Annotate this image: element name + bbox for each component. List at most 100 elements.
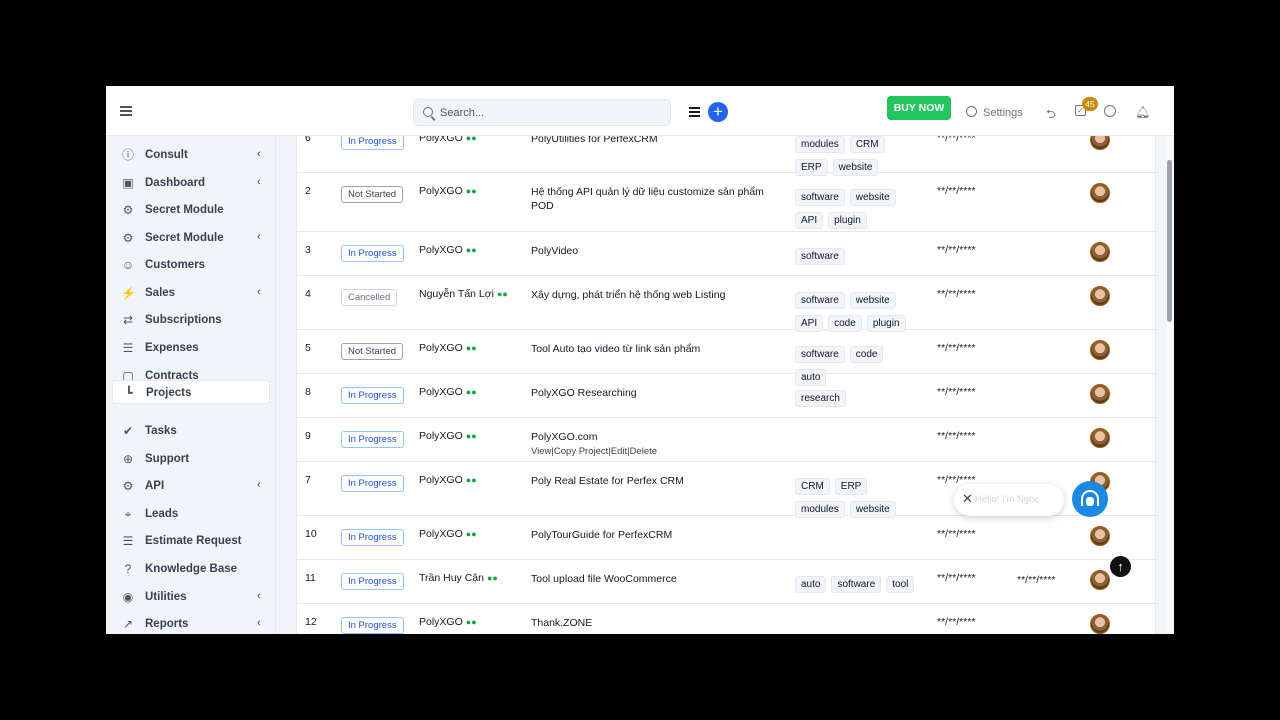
customer-link[interactable]: PolyXGO ●● <box>419 244 477 256</box>
chat-support-button[interactable] <box>1072 481 1108 517</box>
customer-name[interactable]: PolyXGO <box>419 616 463 628</box>
customer-link[interactable]: PolyXGO ●● <box>419 342 477 354</box>
customer-name[interactable]: PolyXGO <box>419 244 463 256</box>
table-row[interactable]: 6 In Progress PolyXGO ●● PolyUtilities for P… <box>297 136 1155 176</box>
avatar[interactable] <box>1090 183 1110 203</box>
sidebar-item-customers[interactable]: ☺ Customers <box>112 253 270 277</box>
customer-link[interactable]: PolyXGO ●● <box>419 616 477 628</box>
tag[interactable]: API <box>795 212 824 229</box>
customer-name[interactable]: Trần Huy Cận <box>419 572 484 584</box>
table-row[interactable]: 10 In Progress PolyXGO ●● PolyTourGuide for … <box>297 516 1155 560</box>
tag[interactable]: code <box>849 346 884 363</box>
sidebar-item-secret-module[interactable]: ⚙ Secret Module <box>112 198 270 222</box>
customer-link[interactable]: PolyXGO ●● <box>419 136 477 144</box>
search-input[interactable] <box>440 104 660 122</box>
customer-link[interactable]: PolyXGO ●● <box>419 430 477 442</box>
table-row[interactable]: 2 Not Started PolyXGO ●● Hệ thống API quản l… <box>297 173 1155 232</box>
project-name-link[interactable]: Poly Real Estate for Perfex CRM <box>531 474 776 488</box>
share-icon[interactable]: ⮌ <box>1046 105 1056 126</box>
chat-greeting[interactable]: ✕ Hello! I'm Ngoc <box>954 484 1064 516</box>
menu-icon[interactable] <box>689 107 700 117</box>
table-row[interactable]: 5 Not Started PolyXGO ●● Tool Auto tạo video… <box>297 330 1155 386</box>
project-name-link[interactable]: Tool Auto tạo video từ link sản phẩm <box>531 342 776 356</box>
project-name-link[interactable]: PolyVideo <box>531 244 776 258</box>
sidebar-item-secret-module[interactable]: ⚙ Secret Module ‹ <box>112 226 270 250</box>
sidebar-item-dashboard[interactable]: ▣ Dashboard ‹ <box>112 171 270 195</box>
customer-name[interactable]: PolyXGO <box>419 136 463 144</box>
buy-now-button[interactable]: BUY NOW <box>887 96 951 120</box>
table-row[interactable]: 12 In Progress PolyXGO ●● Thank.ZONE **/**/**… <box>297 604 1155 634</box>
row-actions[interactable]: View|Copy Project|Edit|Delete <box>531 446 657 457</box>
sidebar-item-api[interactable]: ⚙ API ‹ <box>112 474 270 498</box>
tag[interactable]: CRM <box>849 136 885 153</box>
sidebar-item-leads[interactable]: ⌖ Leads <box>112 502 270 526</box>
sidebar-item-sales[interactable]: ⚡ Sales ‹ <box>112 281 270 305</box>
project-name-link[interactable]: Xây dựng, phát triển hệ thống web Listin… <box>531 288 776 302</box>
project-name-link[interactable]: PolyXGO.com <box>531 430 776 444</box>
sidebar-item-reports[interactable]: ↗ Reports ‹ <box>112 612 270 634</box>
table-row[interactable]: 9 In Progress PolyXGO ●● PolyXGO.com View|Cop… <box>297 418 1155 462</box>
project-name-link[interactable]: PolyTourGuide for PerfexCRM <box>531 528 776 542</box>
quick-create-button[interactable]: + <box>708 102 728 122</box>
search-box[interactable] <box>413 99 671 126</box>
tag[interactable]: software <box>795 346 845 363</box>
scrollbar-thumb[interactable] <box>1167 160 1172 322</box>
tag[interactable]: plugin <box>828 212 867 229</box>
project-name-link[interactable]: PolyXGO Researching <box>531 386 776 400</box>
tag[interactable]: software <box>831 576 882 593</box>
sidebar-item-estimate-request[interactable]: ☰ Estimate Request <box>112 529 270 553</box>
project-name-link[interactable]: Thank.ZONE <box>531 616 776 630</box>
customer-name[interactable]: PolyXGO <box>419 185 463 197</box>
table-row[interactable]: 4 Cancelled Nguyễn Tấn Lợi ●● Xây dựng, phát… <box>297 276 1155 332</box>
project-name-link[interactable]: Hệ thống API quản lý dữ liệu customize s… <box>531 185 776 213</box>
customer-name[interactable]: PolyXGO <box>419 474 463 486</box>
customer-name[interactable]: PolyXGO <box>419 528 463 540</box>
avatar[interactable] <box>1090 286 1110 306</box>
sidebar-item-subscriptions[interactable]: ⇄ Subscriptions <box>112 308 270 332</box>
project-name-link[interactable]: PolyUtilities for PerfexCRM <box>531 136 776 146</box>
customer-name[interactable]: PolyXGO <box>419 342 463 354</box>
tag[interactable]: software <box>795 248 845 265</box>
tag[interactable]: modules <box>795 136 845 153</box>
sidebar-item-support[interactable]: ⊕ Support <box>112 447 270 471</box>
sidebar-item-knowledge-base[interactable]: ? Knowledge Base <box>112 557 270 581</box>
sidebar-toggle-icon[interactable] <box>120 106 132 116</box>
avatar[interactable] <box>1090 428 1110 448</box>
tag[interactable]: website <box>849 292 896 309</box>
tag[interactable]: CRM <box>795 478 830 495</box>
sidebar-item-projects[interactable]: ┗ Projects <box>112 380 270 404</box>
tag[interactable]: ERP <box>834 478 868 495</box>
tag[interactable]: auto <box>795 576 827 593</box>
settings-link[interactable]: Settings <box>966 106 1023 119</box>
sidebar-item-utilities[interactable]: ◉ Utilities ‹ <box>112 585 270 609</box>
sidebar-item-consult[interactable]: ⓘ Consult ‹ <box>112 143 270 167</box>
avatar[interactable] <box>1090 570 1110 590</box>
customer-link[interactable]: PolyXGO ●● <box>419 386 477 398</box>
customer-link[interactable]: Nguyễn Tấn Lợi ●● <box>419 288 508 300</box>
tag[interactable]: software <box>795 189 845 206</box>
customer-link[interactable]: Trần Huy Cận ●● <box>419 572 498 584</box>
tag[interactable]: website <box>849 189 896 206</box>
tag[interactable]: research <box>795 390 846 407</box>
customer-name[interactable]: PolyXGO <box>419 386 463 398</box>
table-row[interactable]: 11 In Progress Trần Huy Cận ●● Tool upload f… <box>297 560 1155 604</box>
avatar[interactable] <box>1090 242 1110 262</box>
customer-name[interactable]: PolyXGO <box>419 430 463 442</box>
customer-link[interactable]: PolyXGO ●● <box>419 185 477 197</box>
table-row[interactable]: 3 In Progress PolyXGO ●● PolyVideo software **… <box>297 232 1155 276</box>
sidebar-item-tasks[interactable]: ✔ Tasks <box>112 419 270 443</box>
customer-link[interactable]: PolyXGO ●● <box>419 474 477 486</box>
bell-icon[interactable]: 🔔︎ <box>1135 105 1150 119</box>
scrollbar[interactable] <box>1166 136 1174 634</box>
avatar[interactable] <box>1090 340 1110 360</box>
customer-name[interactable]: Nguyễn Tấn Lợi <box>419 288 494 300</box>
table-row[interactable]: 8 In Progress PolyXGO ●● PolyXGO Researching… <box>297 374 1155 418</box>
avatar[interactable] <box>1090 136 1110 150</box>
close-icon[interactable]: ✕ <box>962 491 973 507</box>
avatar[interactable] <box>1090 614 1110 634</box>
project-name-link[interactable]: Tool upload file WooCommerce <box>531 572 776 586</box>
tag[interactable]: software <box>795 292 845 309</box>
sidebar-item-expenses[interactable]: ☰ Expenses <box>112 336 270 360</box>
customer-link[interactable]: PolyXGO ●● <box>419 528 477 540</box>
avatar[interactable] <box>1090 384 1110 404</box>
